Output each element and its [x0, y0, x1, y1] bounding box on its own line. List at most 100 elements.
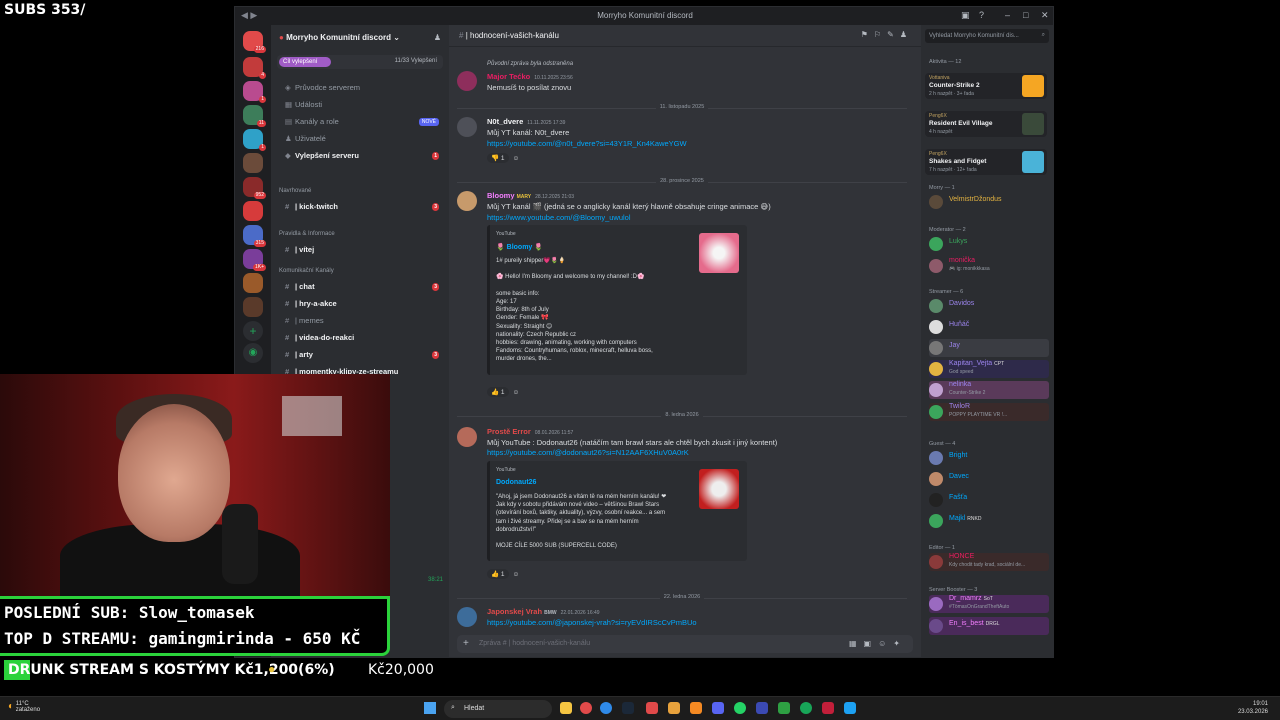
message-author[interactable]: Major Tećko 10.11.2025 23:56 — [487, 72, 573, 81]
avatar[interactable] — [457, 607, 477, 627]
reaction[interactable]: 👍 1 — [487, 569, 509, 579]
activity-card[interactable]: Peng6X Shakes and Fidget 7 h nazpět · 12… — [925, 149, 1047, 175]
add-friends-icon[interactable]: ♟ — [434, 33, 441, 42]
channel-chat[interactable]: # | chat 3 — [277, 280, 443, 294]
avatar[interactable] — [457, 427, 477, 447]
category-suggested[interactable]: Navrhované — [279, 188, 311, 194]
server-icon[interactable]: 4 — [243, 57, 266, 79]
maximize-button[interactable]: □ — [1023, 10, 1028, 20]
sidebar-item-server-boost[interactable]: ◆ Vylepšení serveru 1 — [277, 149, 443, 163]
composer-tools[interactable]: ▦▣☺✦ — [849, 639, 907, 648]
steam-icon[interactable] — [622, 702, 634, 714]
category-rules[interactable]: Pravidla & Informace — [279, 231, 335, 237]
channel-videa-do-reakci[interactable]: # | videa-do-reakci — [277, 331, 443, 345]
member-row[interactable]: Fašťa — [929, 491, 1049, 509]
sidebar-item-server-guide[interactable]: ◈ Průvodce serverem — [277, 81, 443, 95]
help-icon[interactable]: ? — [979, 10, 984, 20]
member-row[interactable]: monička 🎮 ig: monikkkasa — [929, 257, 1049, 275]
file-explorer-icon[interactable] — [560, 702, 572, 714]
avatar[interactable] — [457, 117, 477, 137]
server-icon[interactable]: 1 — [243, 129, 266, 151]
message-author[interactable]: N0t_dvere 11.11.2025 17:39 — [487, 117, 565, 126]
server-icon[interactable]: 11 — [243, 105, 266, 127]
member-row[interactable]: HONCE Kdy chodit tady krad, sociální de..… — [929, 553, 1049, 571]
plus-icon[interactable]: + — [463, 638, 469, 649]
member-row[interactable]: TwiloR POPPY PLAYTIME VR !... — [929, 403, 1049, 421]
member-row[interactable]: Davec — [929, 470, 1049, 488]
boost-goal-bar[interactable]: Cíl vylepšení 11/33 Vylepšení — [277, 55, 443, 69]
member-row[interactable]: Majkl RNKD — [929, 512, 1049, 530]
header-tools[interactable]: ⚑⚐✎♟ — [861, 30, 913, 39]
close-button[interactable]: ✕ — [1041, 10, 1049, 21]
server-icon[interactable]: 315 — [243, 225, 266, 247]
inbox-icon[interactable]: ▣ — [961, 10, 970, 21]
message-author[interactable]: Japonskej Vrah BMW 22.01.2026 16:49 — [487, 607, 600, 616]
channel-hry-a-akce[interactable]: # | hry-a-akce — [277, 297, 443, 311]
edge-icon[interactable] — [600, 702, 612, 714]
channel-arty[interactable]: # | arty 3 — [277, 348, 443, 362]
message-composer[interactable]: + Zpráva # | hodnocení-vašich-kanálu ▦▣☺… — [457, 635, 913, 653]
app-icon[interactable] — [646, 702, 658, 714]
message-link[interactable]: https://youtube.com/@n0t_dvere?si=43Y1R_… — [487, 139, 687, 148]
member-row[interactable]: Bright — [929, 449, 1049, 467]
member-row[interactable]: nelinka Counter-Strike 2 — [929, 381, 1049, 399]
start-button[interactable] — [424, 702, 436, 714]
server-icon-morry[interactable] — [243, 153, 263, 173]
embed-title[interactable]: Dodonaut26 — [496, 479, 536, 486]
sidebar-item-members[interactable]: ♟ Uživatelé — [277, 132, 443, 146]
member-row[interactable]: Huňáč — [929, 318, 1049, 336]
app-icon[interactable] — [668, 702, 680, 714]
embed-thumbnail[interactable] — [699, 233, 739, 273]
member-row[interactable]: VelmistrDžondus — [929, 193, 1049, 211]
server-name[interactable]: ● Morryho Komunitní discord ⌄ — [279, 33, 400, 42]
server-icon[interactable] — [243, 201, 263, 221]
channel-kick-twitch[interactable]: # | kick-twitch 3 — [277, 200, 443, 214]
add-reaction-icon[interactable]: ☺ — [513, 389, 520, 396]
discover-icon[interactable]: ◉ — [243, 343, 263, 363]
reaction[interactable]: 👍 1 — [487, 387, 509, 397]
app-icon[interactable] — [800, 702, 812, 714]
weather-widget[interactable]: ◐ 11°C zataženo — [8, 701, 40, 713]
add-reaction-icon[interactable]: ☺ — [513, 571, 520, 578]
category-communication[interactable]: Komunikační Kanály — [279, 268, 334, 274]
member-row[interactable]: Jay — [929, 339, 1049, 357]
chrome-icon[interactable] — [580, 702, 592, 714]
server-icon-dm[interactable]: 216 — [243, 31, 266, 53]
app-icon[interactable] — [690, 702, 702, 714]
server-icon[interactable]: 1 — [243, 81, 266, 103]
member-row[interactable]: Dr_mamrz SoT #TömasOnGrandTheftAuto — [929, 595, 1049, 613]
server-icon[interactable]: 1K+ — [243, 249, 266, 271]
channel-vitej[interactable]: # | vítej — [277, 243, 443, 257]
activity-card[interactable]: Peng6X Resident Evil Village 4 h nazpět — [925, 111, 1047, 137]
message-link[interactable]: https://youtube.com/@dodonaut26?si=N12AA… — [487, 448, 689, 457]
clock[interactable]: 19:01 23.03.2026 — [1238, 700, 1268, 716]
message-author[interactable]: Prostě Error 08.01.2026 11:57 — [487, 427, 573, 436]
sidebar-item-channels-roles[interactable]: ▤ Kanály a role NOVÉ — [277, 115, 443, 129]
avatar[interactable] — [457, 191, 477, 211]
discord-icon[interactable] — [712, 702, 724, 714]
message-link[interactable]: https://www.youtube.com/@Bloomy_uwulol — [487, 213, 631, 222]
minimize-button[interactable]: – — [1005, 10, 1010, 20]
sidebar-item-events[interactable]: ▦ Události — [277, 98, 443, 112]
add-server-icon[interactable]: + — [243, 321, 263, 341]
taskbar-search[interactable]: ⌕ Hledat — [444, 700, 552, 718]
app-icon[interactable] — [756, 702, 768, 714]
app-icon[interactable] — [844, 702, 856, 714]
message-link[interactable]: https://youtube.com/@japonskej-vrah?si=r… — [487, 618, 697, 627]
whatsapp-icon[interactable] — [734, 702, 746, 714]
member-row[interactable]: En_is_best DRGL — [929, 617, 1049, 635]
member-row[interactable]: Lukys — [929, 235, 1049, 253]
member-row[interactable]: Kapitan_Vejta CPT God speed — [929, 360, 1049, 378]
avatar[interactable] — [457, 71, 477, 91]
channel-memes[interactable]: # | memes — [277, 314, 443, 328]
app-icon[interactable] — [778, 702, 790, 714]
server-icon[interactable]: 952 — [243, 177, 266, 199]
activity-card[interactable]: Vottaniva Counter-Strike 2 2 h nazpět · … — [925, 73, 1047, 99]
embed-title[interactable]: 🌷 Bloomy 🌷 — [496, 243, 543, 251]
server-icon[interactable] — [243, 273, 263, 293]
message-author[interactable]: Bloomy MARY 28.12.2025 21:03 — [487, 191, 574, 200]
server-icon[interactable] — [243, 297, 263, 317]
search-input[interactable]: Vyhledat Morryho Komunitní dis... ⌕ — [925, 29, 1049, 43]
member-row[interactable]: Davidos — [929, 297, 1049, 315]
app-icon[interactable] — [822, 702, 834, 714]
